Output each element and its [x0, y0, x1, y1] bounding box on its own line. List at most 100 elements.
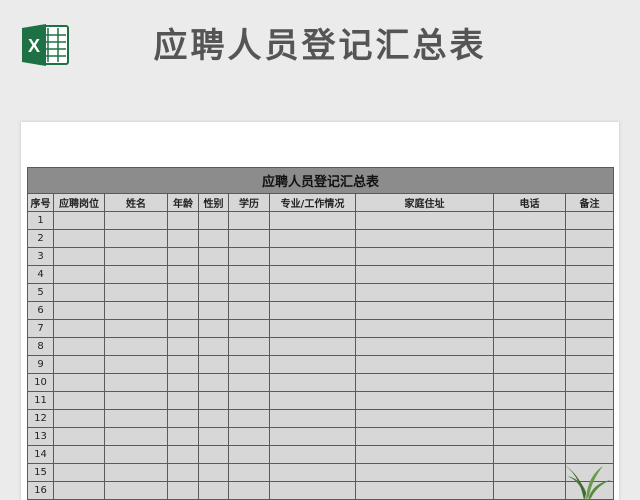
table-cell[interactable] [53, 265, 105, 284]
table-cell[interactable] [269, 319, 356, 338]
table-cell[interactable] [104, 481, 168, 500]
column-header[interactable]: 学历 [228, 193, 270, 212]
table-cell[interactable] [228, 463, 270, 482]
table-cell[interactable] [564, 301, 615, 320]
table-cell[interactable] [269, 355, 356, 374]
table-cell[interactable] [269, 481, 356, 500]
table-cell[interactable] [564, 247, 615, 266]
table-cell[interactable] [198, 247, 229, 266]
table-cell[interactable] [104, 427, 168, 446]
table-cell[interactable] [53, 301, 105, 320]
table-cell[interactable] [53, 283, 105, 302]
row-number-cell[interactable]: 3 [27, 247, 54, 266]
table-cell[interactable] [167, 247, 199, 266]
table-cell[interactable] [104, 391, 168, 410]
row-number-cell[interactable]: 8 [27, 337, 54, 356]
table-cell[interactable] [269, 445, 356, 464]
row-number-cell[interactable]: 9 [27, 355, 54, 374]
table-cell[interactable] [564, 211, 615, 230]
table-cell[interactable] [355, 211, 494, 230]
table-cell[interactable] [564, 337, 615, 356]
table-cell[interactable] [355, 265, 494, 284]
table-cell[interactable] [167, 391, 199, 410]
table-cell[interactable] [564, 319, 615, 338]
table-cell[interactable] [493, 229, 566, 248]
table-cell[interactable] [269, 211, 356, 230]
table-cell[interactable] [564, 355, 615, 374]
table-cell[interactable] [198, 427, 229, 446]
table-cell[interactable] [228, 445, 270, 464]
table-cell[interactable] [104, 229, 168, 248]
table-cell[interactable] [53, 427, 105, 446]
table-cell[interactable] [228, 391, 270, 410]
table-cell[interactable] [269, 265, 356, 284]
table-cell[interactable] [104, 463, 168, 482]
table-cell[interactable] [355, 463, 494, 482]
table-cell[interactable] [104, 409, 168, 428]
table-cell[interactable] [493, 265, 566, 284]
table-cell[interactable] [167, 427, 199, 446]
table-cell[interactable] [198, 265, 229, 284]
table-cell[interactable] [355, 319, 494, 338]
column-header[interactable]: 序号 [27, 193, 54, 212]
table-cell[interactable] [167, 337, 199, 356]
table-cell[interactable] [355, 247, 494, 266]
table-cell[interactable] [104, 211, 168, 230]
table-cell[interactable] [493, 301, 566, 320]
table-cell[interactable] [355, 283, 494, 302]
row-number-cell[interactable]: 10 [27, 373, 54, 392]
table-cell[interactable] [198, 409, 229, 428]
table-cell[interactable] [355, 481, 494, 500]
table-cell[interactable] [355, 355, 494, 374]
table-cell[interactable] [228, 211, 270, 230]
table-cell[interactable] [104, 301, 168, 320]
row-number-cell[interactable]: 11 [27, 391, 54, 410]
table-cell[interactable] [167, 319, 199, 338]
table-cell[interactable] [269, 463, 356, 482]
table-cell[interactable] [167, 265, 199, 284]
table-cell[interactable] [269, 409, 356, 428]
table-cell[interactable] [493, 355, 566, 374]
column-header[interactable]: 应聘岗位 [53, 193, 105, 212]
column-header[interactable]: 姓名 [104, 193, 168, 212]
table-cell[interactable] [53, 211, 105, 230]
table-cell[interactable] [198, 373, 229, 392]
table-cell[interactable] [104, 355, 168, 374]
row-number-cell[interactable]: 14 [27, 445, 54, 464]
table-cell[interactable] [53, 409, 105, 428]
column-header[interactable]: 家庭住址 [355, 193, 494, 212]
row-number-cell[interactable]: 6 [27, 301, 54, 320]
table-cell[interactable] [198, 445, 229, 464]
table-cell[interactable] [355, 427, 494, 446]
table-cell[interactable] [493, 319, 566, 338]
table-cell[interactable] [198, 229, 229, 248]
table-cell[interactable] [493, 283, 566, 302]
table-cell[interactable] [53, 481, 105, 500]
table-cell[interactable] [228, 337, 270, 356]
table-cell[interactable] [104, 373, 168, 392]
row-number-cell[interactable]: 12 [27, 409, 54, 428]
table-cell[interactable] [269, 337, 356, 356]
table-cell[interactable] [228, 229, 270, 248]
table-cell[interactable] [167, 211, 199, 230]
table-cell[interactable] [198, 463, 229, 482]
row-number-cell[interactable]: 13 [27, 427, 54, 446]
table-cell[interactable] [355, 373, 494, 392]
table-cell[interactable] [493, 211, 566, 230]
table-cell[interactable] [493, 409, 566, 428]
table-cell[interactable] [228, 283, 270, 302]
table-cell[interactable] [53, 337, 105, 356]
table-cell[interactable] [104, 265, 168, 284]
table-cell[interactable] [228, 265, 270, 284]
table-cell[interactable] [564, 391, 615, 410]
table-cell[interactable] [104, 337, 168, 356]
table-cell[interactable] [53, 373, 105, 392]
table-cell[interactable] [53, 229, 105, 248]
table-cell[interactable] [493, 427, 566, 446]
table-cell[interactable] [564, 427, 615, 446]
table-cell[interactable] [355, 229, 494, 248]
table-cell[interactable] [53, 391, 105, 410]
table-cell[interactable] [167, 463, 199, 482]
table-cell[interactable] [104, 247, 168, 266]
table-cell[interactable] [198, 211, 229, 230]
